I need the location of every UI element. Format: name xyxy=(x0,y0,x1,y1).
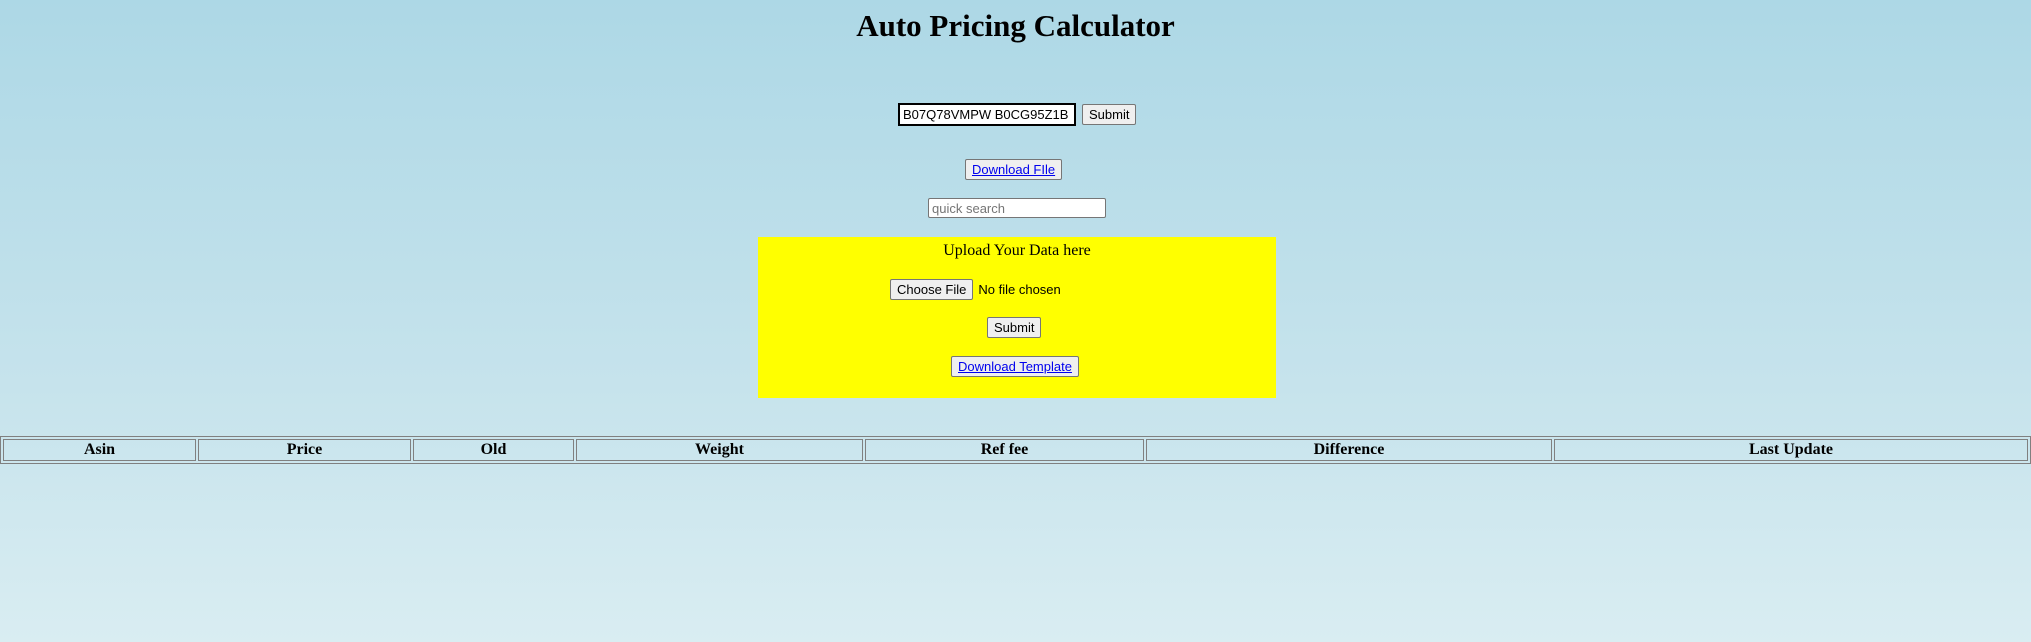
column-header-asin: Asin xyxy=(3,439,196,461)
download-template-button[interactable]: Download Template xyxy=(951,356,1079,377)
asin-submit-button[interactable]: Submit xyxy=(1082,104,1137,125)
file-chooser: Choose File No file chosen xyxy=(890,279,1061,300)
asin-input[interactable] xyxy=(898,103,1076,126)
pricing-table: Asin Price Old Weight Ref fee Difference… xyxy=(0,436,2031,464)
column-header-last-update: Last Update xyxy=(1554,439,2028,461)
upload-heading: Upload Your Data here xyxy=(943,242,1091,259)
page-title: Auto Pricing Calculator xyxy=(856,8,1175,43)
asin-form: Submit xyxy=(898,103,1137,126)
choose-file-button[interactable]: Choose File xyxy=(890,279,974,300)
column-header-price: Price xyxy=(198,439,411,461)
upload-panel: Upload Your Data here Choose File No fil… xyxy=(758,237,1276,398)
column-header-ref-fee: Ref fee xyxy=(865,439,1144,461)
quick-search-input[interactable] xyxy=(928,198,1106,218)
file-status-text: No file chosen xyxy=(978,282,1061,297)
column-header-difference: Difference xyxy=(1146,439,1552,461)
column-header-weight: Weight xyxy=(576,439,863,461)
upload-submit-button[interactable]: Submit xyxy=(987,317,1042,338)
column-header-old: Old xyxy=(413,439,574,461)
download-file-button[interactable]: Download FIle xyxy=(965,159,1063,180)
table-header-row: Asin Price Old Weight Ref fee Difference… xyxy=(3,439,2028,461)
